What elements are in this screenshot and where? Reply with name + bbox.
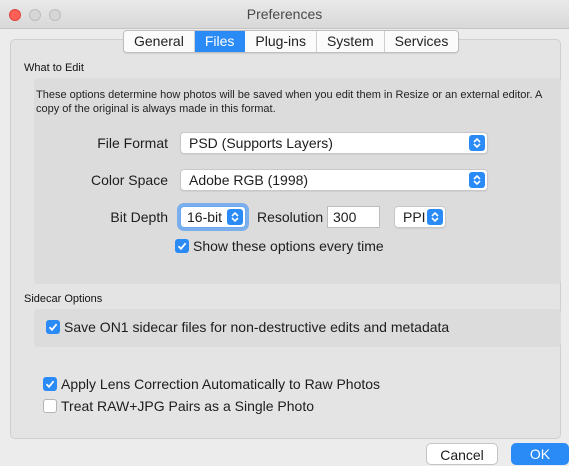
bit-depth-label: Bit Depth — [110, 209, 168, 225]
chevron-updown-icon — [469, 135, 485, 151]
what-to-edit-description: These options determine how photos will … — [36, 89, 542, 115]
raw-jpg-pairs-label: Treat RAW+JPG Pairs as a Single Photo — [61, 398, 315, 414]
file-format-label: File Format — [97, 135, 168, 151]
file-format-select[interactable]: PSD (Supports Layers) — [180, 132, 488, 154]
resolution-unit-select[interactable]: PPI — [394, 206, 446, 228]
title-bar: Preferences — [0, 0, 569, 29]
ok-button[interactable]: OK — [511, 443, 569, 465]
color-space-select[interactable]: Adobe RGB (1998) — [180, 169, 488, 191]
tab-plug-ins[interactable]: Plug-ins — [245, 31, 317, 52]
save-sidecar-label: Save ON1 sidecar files for non-destructi… — [64, 319, 450, 335]
bit-depth-select[interactable]: 16-bit — [180, 206, 246, 228]
window-title: Preferences — [246, 6, 323, 22]
bit-depth-value: 16-bit — [187, 209, 223, 225]
tab-services[interactable]: Services — [384, 31, 459, 52]
show-options-label: Show these options every time — [193, 238, 384, 254]
tab-files[interactable]: Files — [194, 31, 246, 52]
resolution-label: Resolution — [257, 209, 324, 225]
file-format-value: PSD (Supports Layers) — [189, 135, 333, 151]
color-space-label: Color Space — [90, 172, 168, 188]
sidecar-options-heading: Sidecar Options — [24, 293, 103, 305]
lens-correction-label: Apply Lens Correction Automatically to R… — [61, 376, 381, 392]
tab-bar: General Files Plug-ins System Services — [123, 30, 460, 53]
save-sidecar-checkbox[interactable] — [46, 320, 60, 334]
chevron-updown-icon — [227, 209, 243, 225]
show-options-checkbox[interactable] — [175, 239, 189, 253]
lens-correction-checkbox[interactable] — [43, 377, 57, 391]
chevron-updown-icon — [427, 209, 443, 225]
color-space-value: Adobe RGB (1998) — [189, 172, 309, 188]
cancel-button[interactable]: Cancel — [426, 443, 498, 465]
tab-general[interactable]: General — [124, 31, 195, 52]
resolution-unit-value: PPI — [403, 209, 426, 225]
resolution-input[interactable]: 300 — [327, 206, 380, 228]
chevron-updown-icon — [469, 172, 485, 188]
what-to-edit-heading: What to Edit — [24, 62, 84, 74]
raw-jpg-pairs-checkbox[interactable] — [43, 399, 57, 413]
tab-system[interactable]: System — [316, 31, 385, 52]
